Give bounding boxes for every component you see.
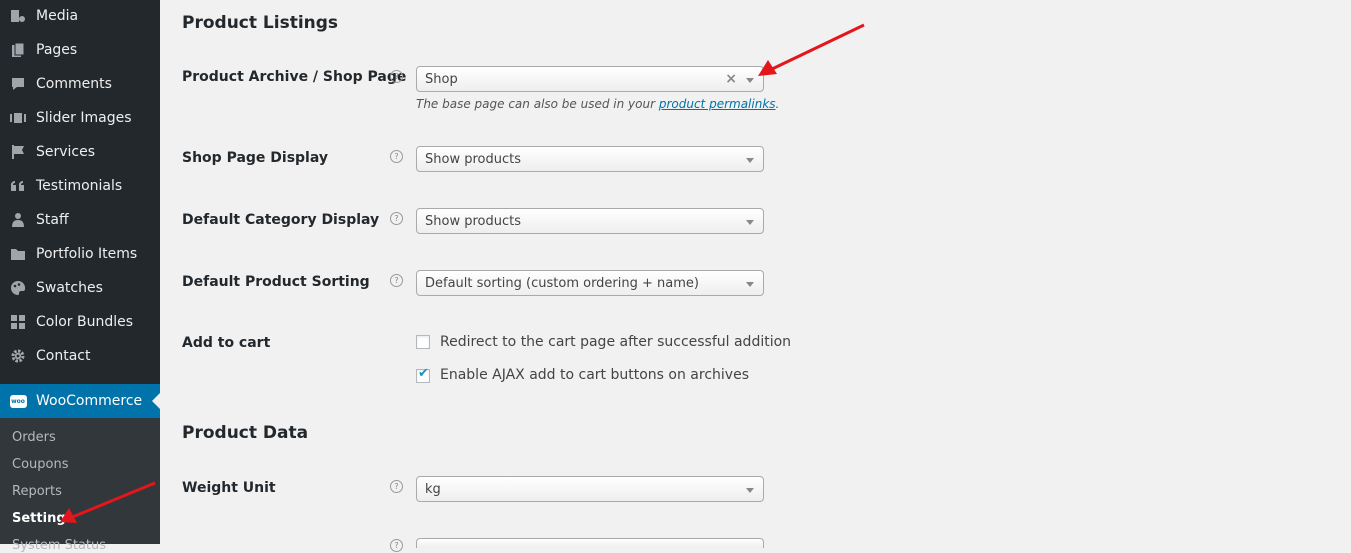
product-permalinks-link[interactable]: product permalinks <box>659 97 776 111</box>
select-value: Default sorting (custom ordering + name) <box>425 276 699 291</box>
flag-icon <box>9 143 27 161</box>
dimensions-unit-select[interactable] <box>416 538 764 548</box>
help-icon[interactable]: ? <box>390 70 403 83</box>
sidebar-item-staff[interactable]: Staff <box>0 203 160 237</box>
submenu-system-status[interactable]: System Status <box>12 538 106 553</box>
shop-page-label: Product Archive / Shop Page <box>182 69 407 85</box>
category-display-select[interactable]: Show products <box>416 208 764 234</box>
person-icon <box>9 211 27 229</box>
sidebar-item-woocommerce[interactable]: woo WooCommerce <box>0 384 160 418</box>
weight-unit-label: Weight Unit <box>182 480 276 496</box>
sidebar-item-portfolio-items[interactable]: Portfolio Items <box>0 237 160 271</box>
sidebar-item-comments[interactable]: Comments <box>0 67 160 101</box>
comments-icon <box>9 75 27 93</box>
clear-icon[interactable]: × <box>725 71 737 87</box>
sidebar-item-label: Media <box>36 8 79 24</box>
sidebar-item-label: Slider Images <box>36 110 132 126</box>
sidebar-item-label: Swatches <box>36 280 103 296</box>
add-to-cart-label: Add to cart <box>182 335 271 351</box>
sidebar-item-label: Testimonials <box>36 178 123 194</box>
pages-icon <box>9 41 27 59</box>
redirect-checkbox-label[interactable]: Redirect to the cart page after successf… <box>440 334 791 350</box>
select-value: Show products <box>425 214 521 229</box>
help-icon[interactable]: ? <box>390 150 403 163</box>
quote-icon <box>9 177 27 195</box>
ajax-checkbox-label[interactable]: Enable AJAX add to cart buttons on archi… <box>440 367 749 383</box>
active-indicator <box>152 393 160 409</box>
sidebar-item-label: WooCommerce <box>36 393 143 409</box>
chevron-down-icon <box>746 488 754 493</box>
sidebar-item-services[interactable]: Services <box>0 135 160 169</box>
submenu-coupons[interactable]: Coupons <box>12 457 69 472</box>
sidebar-item-testimonials[interactable]: Testimonials <box>0 169 160 203</box>
select-value: Show products <box>425 152 521 167</box>
annotation-arrow-icon <box>60 481 156 523</box>
sorting-select[interactable]: Default sorting (custom ordering + name) <box>416 270 764 296</box>
admin-sidebar: Media Pages Comments Slider Images Servi… <box>0 0 160 553</box>
sidebar-item-slider-images[interactable]: Slider Images <box>0 101 160 135</box>
help-icon[interactable]: ? <box>390 274 403 287</box>
ajax-checkbox[interactable]: ✔ <box>416 366 430 383</box>
chevron-down-icon <box>746 220 754 225</box>
weight-unit-select[interactable]: kg <box>416 476 764 502</box>
shop-display-select[interactable]: Show products <box>416 146 764 172</box>
sidebar-item-label: Portfolio Items <box>36 246 138 262</box>
annotation-arrow-icon <box>758 23 865 76</box>
sidebar-item-color-bundles[interactable]: Color Bundles <box>0 305 160 339</box>
chevron-down-icon <box>746 282 754 287</box>
palette-icon <box>9 279 27 297</box>
media-icon <box>9 7 27 25</box>
shop-page-description: The base page can also be used in your p… <box>416 97 780 111</box>
help-icon[interactable]: ? <box>390 212 403 225</box>
sidebar-item-label: Color Bundles <box>36 314 134 330</box>
shop-page-select[interactable]: Shop × <box>416 66 764 92</box>
sidebar-item-label: Comments <box>36 76 112 92</box>
sidebar-item-contact[interactable]: Contact <box>0 339 160 373</box>
sidebar-item-pages[interactable]: Pages <box>0 33 160 67</box>
category-display-label: Default Category Display <box>182 212 380 228</box>
gear-icon <box>9 347 27 365</box>
grid-icon <box>9 313 27 331</box>
help-icon[interactable]: ? <box>390 480 403 493</box>
checkmark-icon: ✔ <box>418 366 429 381</box>
section-title-product-listings: Product Listings <box>182 13 339 33</box>
woo-icon: woo <box>9 392 27 410</box>
sidebar-item-swatches[interactable]: Swatches <box>0 271 160 305</box>
shop-display-label: Shop Page Display <box>182 150 329 166</box>
redirect-checkbox[interactable] <box>416 335 430 349</box>
chevron-down-icon <box>746 158 754 163</box>
sorting-label: Default Product Sorting <box>182 274 370 290</box>
sidebar-item-label: Services <box>36 144 96 160</box>
submenu-orders[interactable]: Orders <box>12 430 56 445</box>
slider-icon <box>9 109 27 127</box>
select-value: kg <box>425 482 441 497</box>
section-title-product-data: Product Data <box>182 423 309 443</box>
select-value: Shop <box>425 72 458 87</box>
help-icon[interactable]: ? <box>390 539 403 552</box>
sidebar-item-label: Staff <box>36 212 69 228</box>
sidebar-item-label: Contact <box>36 348 91 364</box>
sidebar-item-media[interactable]: Media <box>0 0 160 33</box>
folder-icon <box>9 245 27 263</box>
sidebar-item-label: Pages <box>36 42 78 58</box>
